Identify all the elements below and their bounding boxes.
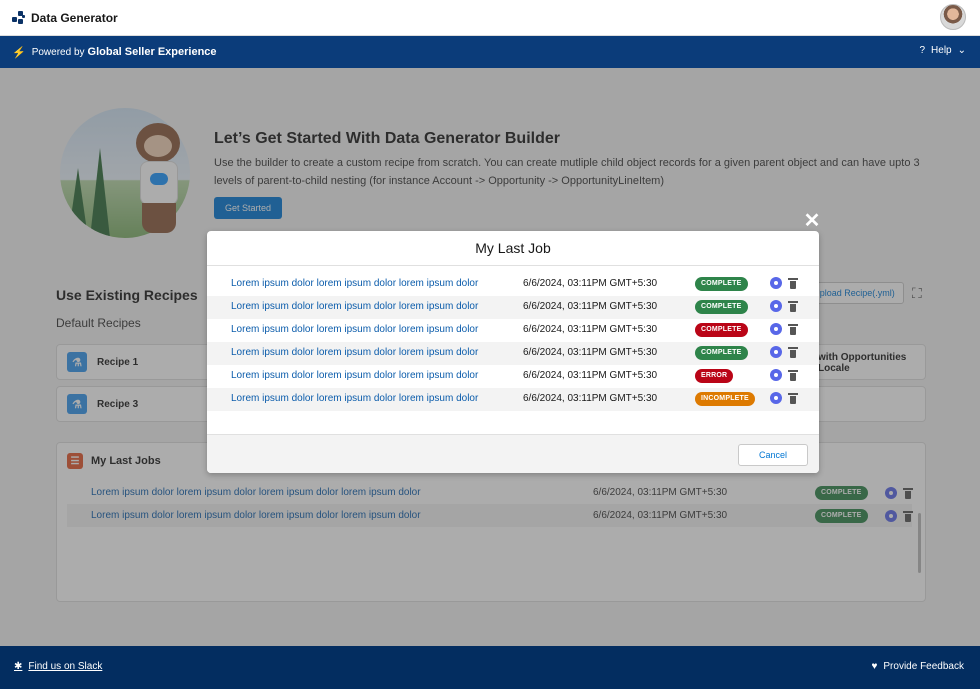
status-badge: COMPLETE — [695, 346, 748, 360]
table-row: Lorem ipsum dolor lorem ipsum dolor lore… — [207, 342, 819, 365]
table-row: Lorem ipsum dolor lorem ipsum dolor lore… — [207, 296, 819, 319]
status-badge: COMPLETE — [695, 323, 748, 337]
trash-icon[interactable] — [788, 346, 798, 358]
trash-icon[interactable] — [788, 369, 798, 381]
user-avatar[interactable] — [940, 4, 966, 30]
trash-icon[interactable] — [788, 392, 798, 404]
job-name-link[interactable]: Lorem ipsum dolor lorem ipsum dolor lore… — [231, 278, 478, 289]
table-row: Lorem ipsum dolor lorem ipsum dolor lore… — [207, 319, 819, 342]
job-date: 6/6/2024, 03:11PM GMT+5:30 — [523, 370, 658, 381]
job-name-link[interactable]: Lorem ipsum dolor lorem ipsum dolor lore… — [231, 370, 478, 381]
eye-icon[interactable] — [770, 323, 782, 335]
job-date: 6/6/2024, 03:11PM GMT+5:30 — [523, 301, 658, 312]
job-name-link[interactable]: Lorem ipsum dolor lorem ipsum dolor lore… — [231, 347, 478, 358]
eye-icon[interactable] — [770, 392, 782, 404]
powered-by-label: Powered by — [31, 46, 85, 58]
status-badge: ERROR — [695, 369, 734, 383]
status-badge: COMPLETE — [695, 300, 748, 314]
job-date: 6/6/2024, 03:11PM GMT+5:30 — [523, 393, 658, 404]
status-badge: INCOMPLETE — [695, 392, 755, 406]
status-badge: COMPLETE — [695, 277, 748, 291]
job-date: 6/6/2024, 03:11PM GMT+5:30 — [523, 278, 658, 289]
cancel-button[interactable]: Cancel — [738, 444, 808, 466]
bolt-icon: ⚡ — [12, 46, 26, 59]
powered-by-bar: ⚡ Powered by Global Seller Experience ? … — [0, 36, 980, 68]
help-menu[interactable]: ? Help ⌄ — [919, 45, 966, 56]
slack-label: Find us on Slack — [28, 661, 103, 672]
job-date: 6/6/2024, 03:11PM GMT+5:30 — [523, 347, 658, 358]
slack-link[interactable]: ✱ Find us on Slack — [14, 661, 102, 672]
trash-icon[interactable] — [788, 323, 798, 335]
job-date: 6/6/2024, 03:11PM GMT+5:30 — [523, 324, 658, 335]
table-row: Lorem ipsum dolor lorem ipsum dolor lore… — [207, 365, 819, 388]
eye-icon[interactable] — [770, 369, 782, 381]
table-row: Lorem ipsum dolor lorem ipsum dolor lore… — [207, 273, 819, 296]
table-row: Lorem ipsum dolor lorem ipsum dolor lore… — [207, 388, 819, 411]
feedback-link[interactable]: ♥ Provide Feedback — [871, 661, 964, 672]
modal-title: My Last Job — [207, 231, 819, 266]
heart-icon: ♥ — [871, 661, 878, 672]
app-brand[interactable]: Data Generator — [12, 10, 118, 25]
app-title: Data Generator — [31, 10, 118, 25]
modal-body: Lorem ipsum dolor lorem ipsum dolor lore… — [207, 266, 819, 434]
eye-icon[interactable] — [770, 346, 782, 358]
eye-icon[interactable] — [770, 300, 782, 312]
app-logo-icon — [12, 10, 26, 25]
slack-icon: ✱ — [14, 661, 23, 672]
trash-icon[interactable] — [788, 277, 798, 289]
job-name-link[interactable]: Lorem ipsum dolor lorem ipsum dolor lore… — [231, 393, 478, 404]
modal-footer: Cancel — [207, 434, 819, 473]
job-name-link[interactable]: Lorem ipsum dolor lorem ipsum dolor lore… — [231, 324, 478, 335]
chevron-down-icon: ⌄ — [957, 45, 966, 56]
job-name-link[interactable]: Lorem ipsum dolor lorem ipsum dolor lore… — [231, 301, 478, 312]
trash-icon[interactable] — [788, 300, 798, 312]
top-bar: Data Generator — [0, 0, 980, 36]
help-icon: ? — [919, 45, 926, 56]
footer: ✱ Find us on Slack ♥ Provide Feedback — [0, 646, 980, 689]
help-label: Help — [931, 45, 952, 56]
feedback-label: Provide Feedback — [883, 661, 964, 672]
last-job-modal: My Last Job Lorem ipsum dolor lorem ipsu… — [207, 231, 819, 473]
powered-by-brand: Global Seller Experience — [87, 46, 217, 58]
eye-icon[interactable] — [770, 277, 782, 289]
close-icon[interactable]: ✕ — [802, 211, 822, 231]
